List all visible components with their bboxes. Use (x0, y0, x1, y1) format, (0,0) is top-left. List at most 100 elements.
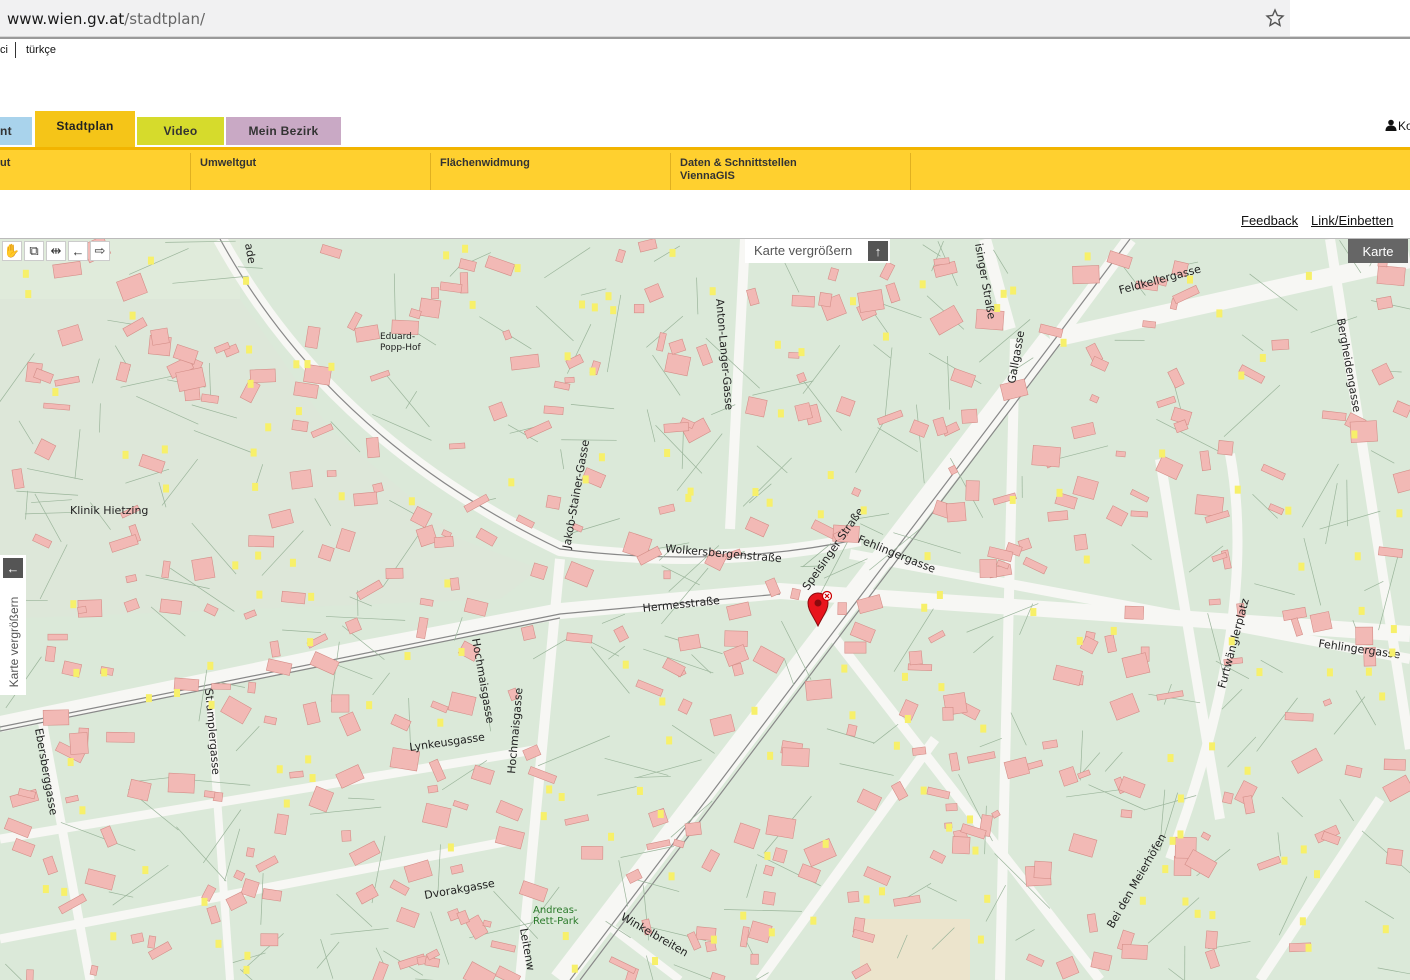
parcel-line (581, 289, 606, 295)
house-number-patch (563, 932, 569, 940)
forward-arrow-icon[interactable]: ⇨ (90, 241, 110, 261)
parcel-line (1378, 968, 1410, 974)
house-number-patch (669, 872, 675, 880)
subnav-item-partial[interactable]: ut (0, 157, 10, 170)
building (1056, 956, 1079, 979)
parcel-line (980, 738, 1002, 746)
house-number-patch (1177, 830, 1183, 838)
house-number-patch (767, 752, 773, 760)
map-label-eduard: Eduard-Popp-Hof (380, 332, 422, 353)
map-enlarge-top[interactable]: Karte vergrößern ↑ (745, 239, 890, 263)
subnav-item-flaechenwidmung[interactable]: Flächenwidmung (440, 157, 530, 170)
house-number-patch (290, 559, 296, 567)
browser-toolbar-right (1290, 0, 1410, 37)
house-number-patch (248, 380, 254, 388)
building (45, 646, 55, 662)
map-canvas[interactable]: Klinik Hietzing Eduard-Popp-Hof Anton-La… (0, 239, 1410, 980)
back-arrow-icon[interactable]: ← (68, 241, 88, 261)
house-number-patch (209, 701, 215, 709)
tab-video[interactable]: Video (137, 117, 224, 145)
house-number-patch (711, 936, 717, 944)
tab-stadtplan[interactable]: Stadtplan (35, 111, 135, 149)
building (476, 528, 497, 546)
building (450, 578, 459, 591)
building (148, 936, 156, 949)
building (275, 814, 289, 835)
building (1091, 356, 1109, 371)
parcel-line (113, 865, 169, 905)
arrow-left-icon[interactable]: ← (3, 558, 23, 578)
house-number-patch (1285, 507, 1291, 515)
user-label[interactable]: Ko (1398, 119, 1410, 133)
house-number-patch (967, 815, 973, 823)
house-number-patch (818, 510, 824, 518)
measure-icon[interactable]: ⇹ (46, 241, 66, 261)
building (864, 867, 891, 886)
house-number-patch (590, 367, 596, 375)
parcel-line (608, 646, 624, 659)
subnav-separator (190, 153, 191, 190)
building (349, 841, 380, 866)
building (566, 633, 592, 643)
map-label-winkelbreiten: Winkelbreiten (619, 910, 691, 959)
house-number-patch (688, 488, 694, 496)
house-number-patch (894, 742, 900, 750)
building (221, 696, 252, 724)
building (1042, 740, 1057, 749)
parcel-line (1242, 335, 1263, 351)
parcel-line (1356, 690, 1376, 725)
building (471, 765, 494, 784)
house-number-patch (1389, 649, 1395, 657)
arrow-up-icon[interactable]: ↑ (868, 241, 888, 261)
building (521, 625, 535, 640)
building (565, 377, 575, 383)
subnav-item-umweltgut[interactable]: Umweltgut (200, 157, 256, 170)
subnav-item-daten[interactable]: Daten & SchnittstellenViennaGIS (680, 157, 797, 183)
address-bar[interactable]: www.wien.gv.at/stadtplan/ (0, 0, 1290, 37)
link-embed-link[interactable]: Link/Einbetten (1311, 213, 1393, 228)
url-text: www.wien.gv.at/stadtplan/ (7, 10, 205, 28)
tab-partial[interactable]: nt (0, 117, 32, 145)
house-number-patch (244, 952, 250, 960)
user-icon[interactable] (1385, 119, 1397, 131)
subnav-separator (430, 153, 431, 190)
zoom-box-icon[interactable]: ⧉ (24, 241, 44, 261)
feedback-link[interactable]: Feedback (1241, 213, 1298, 228)
house-number-patch (841, 665, 847, 673)
building (1130, 489, 1149, 502)
building (790, 588, 800, 599)
building (725, 631, 748, 647)
house-number-patch (508, 478, 514, 486)
map-enlarge-side[interactable]: ← Karte vergrößern (0, 555, 26, 695)
building (685, 822, 702, 836)
city-map[interactable]: Klinik Hietzing Eduard-Popp-Hof Anton-La… (0, 238, 1410, 980)
karte-button[interactable]: Karte (1348, 239, 1408, 263)
house-number-patch (277, 765, 283, 773)
building (244, 610, 257, 620)
house-number-patch (246, 346, 252, 354)
building (857, 789, 882, 811)
building (100, 826, 117, 848)
parcel-line (927, 887, 957, 902)
house-number-patch (1010, 287, 1016, 295)
building (1080, 636, 1098, 654)
tab-mein-bezirk[interactable]: Mein Bezirk (226, 117, 341, 145)
building (450, 864, 463, 874)
house-number-patch (1061, 339, 1067, 347)
location-marker-icon[interactable] (806, 590, 832, 630)
hand-tool-icon[interactable]: ✋ (2, 241, 22, 261)
parcel-line (654, 246, 680, 261)
building (1059, 766, 1078, 786)
house-number-patch (1170, 837, 1176, 845)
language-link-turkish[interactable]: türkçe (26, 44, 56, 56)
building (1168, 368, 1184, 388)
building (726, 602, 751, 620)
language-link-partial[interactable]: ci (0, 44, 8, 56)
house-number-patch (938, 683, 944, 691)
building (12, 838, 35, 856)
bookmark-star-icon[interactable] (1265, 8, 1285, 28)
house-number-patch (980, 725, 986, 733)
building (397, 907, 420, 927)
house-number-patch (1396, 509, 1402, 517)
house-number-patch (101, 668, 107, 676)
